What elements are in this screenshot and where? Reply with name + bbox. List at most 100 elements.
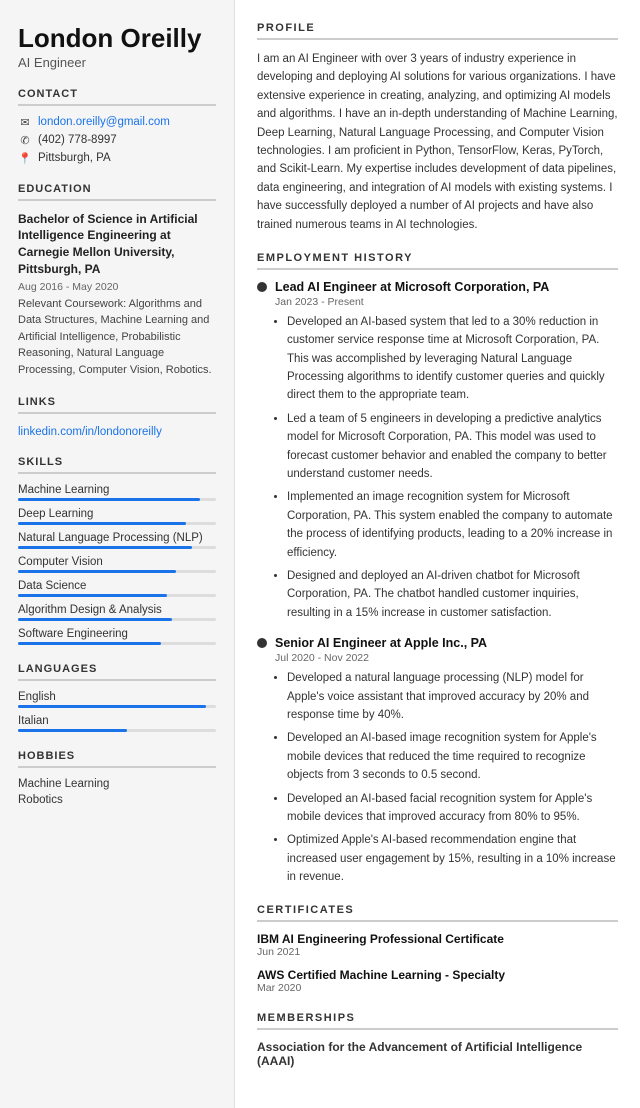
certificates-section: CERTIFICATES IBM AI Engineering Professi… — [257, 904, 618, 994]
language-item: Italian — [18, 715, 216, 732]
job-bullet: Designed and deployed an AI-driven chatb… — [287, 567, 618, 622]
job-bullet: Led a team of 5 engineers in developing … — [287, 410, 618, 484]
cert-date: Jun 2021 — [257, 946, 618, 958]
memberships-section: MEMBERSHIPS Association for the Advancem… — [257, 1012, 618, 1068]
candidate-name: London Oreilly — [18, 24, 216, 53]
certificate-entry: AWS Certified Machine Learning - Special… — [257, 968, 618, 994]
sidebar: London Oreilly AI Engineer Contact ✉ lon… — [0, 0, 235, 1108]
skill-bar-fill — [18, 498, 200, 501]
cert-name: AWS Certified Machine Learning - Special… — [257, 968, 618, 982]
skill-label: Deep Learning — [18, 508, 216, 520]
job-bullets: Developed an AI-based system that led to… — [287, 313, 618, 622]
job-bullet: Optimized Apple's AI-based recommendatio… — [287, 831, 618, 886]
resume-page: London Oreilly AI Engineer Contact ✉ lon… — [0, 0, 640, 1108]
languages-container: English Italian — [18, 691, 216, 732]
certificates-section-title: CERTIFICATES — [257, 904, 618, 922]
skills-title: Skills — [18, 456, 216, 474]
main-content: PROFILE I am an AI Engineer with over 3 … — [235, 0, 640, 1108]
sidebar-header: London Oreilly AI Engineer — [18, 24, 216, 70]
jobs-container: Lead AI Engineer at Microsoft Corporatio… — [257, 280, 618, 887]
profile-section-title: PROFILE — [257, 22, 618, 40]
skill-label: Data Science — [18, 580, 216, 592]
edu-courses: Relevant Coursework: Algorithms and Data… — [18, 296, 216, 379]
skill-bar-bg — [18, 546, 216, 549]
job-bullet: Implemented an image recognition system … — [287, 488, 618, 562]
language-bar-fill — [18, 729, 127, 732]
skill-item: Machine Learning — [18, 484, 216, 501]
employment-section-title: EMPLOYMENT HISTORY — [257, 252, 618, 270]
hobby-item: Machine Learning — [18, 778, 216, 790]
links-title: Links — [18, 396, 216, 414]
hobbies-title: Hobbies — [18, 750, 216, 768]
certificates-container: IBM AI Engineering Professional Certific… — [257, 932, 618, 994]
certificate-entry: IBM AI Engineering Professional Certific… — [257, 932, 618, 958]
language-bar-bg — [18, 729, 216, 732]
language-bar-fill — [18, 705, 206, 708]
hobby-item: Robotics — [18, 794, 216, 806]
job-entry: Lead AI Engineer at Microsoft Corporatio… — [257, 280, 618, 622]
skill-label: Natural Language Processing (NLP) — [18, 532, 216, 544]
profile-section: PROFILE I am an AI Engineer with over 3 … — [257, 22, 618, 234]
candidate-title: AI Engineer — [18, 55, 216, 70]
job-bullet: Developed an AI-based image recognition … — [287, 729, 618, 784]
email-link[interactable]: london.oreilly@gmail.com — [38, 116, 170, 128]
cert-date: Mar 2020 — [257, 982, 618, 994]
links-section: Links linkedin.com/in/londonoreilly — [18, 396, 216, 438]
location-value: Pittsburgh, PA — [38, 152, 111, 164]
skill-bar-bg — [18, 618, 216, 621]
location-item: 📍 Pittsburgh, PA — [18, 152, 216, 165]
linkedin-link[interactable]: linkedin.com/in/londonoreilly — [18, 426, 162, 438]
email-item: ✉ london.oreilly@gmail.com — [18, 116, 216, 129]
skill-bar-bg — [18, 642, 216, 645]
job-bullet: Developed an AI-based system that led to… — [287, 313, 618, 405]
job-bullets: Developed a natural language processing … — [287, 669, 618, 886]
skill-bar-fill — [18, 642, 161, 645]
contact-section-title: Contact — [18, 88, 216, 106]
employment-section: EMPLOYMENT HISTORY Lead AI Engineer at M… — [257, 252, 618, 887]
membership-name: Association for the Advancement of Artif… — [257, 1040, 618, 1068]
memberships-section-title: MEMBERSHIPS — [257, 1012, 618, 1030]
skill-bar-fill — [18, 522, 186, 525]
skill-bar-bg — [18, 498, 216, 501]
edu-degree: Bachelor of Science in Artificial Intell… — [18, 211, 216, 278]
job-dates: Jul 2020 - Nov 2022 — [275, 652, 618, 664]
phone-icon: ✆ — [18, 134, 32, 147]
education-title: Education — [18, 183, 216, 201]
phone-item: ✆ (402) 778-8997 — [18, 134, 216, 147]
skill-bar-bg — [18, 522, 216, 525]
skill-label: Algorithm Design & Analysis — [18, 604, 216, 616]
job-title: Lead AI Engineer at Microsoft Corporatio… — [275, 280, 549, 294]
skill-bar-fill — [18, 546, 192, 549]
skills-section: Skills Machine Learning Deep Learning Na… — [18, 456, 216, 645]
skills-container: Machine Learning Deep Learning Natural L… — [18, 484, 216, 645]
job-entry: Senior AI Engineer at Apple Inc., PA Jul… — [257, 636, 618, 886]
job-dot — [257, 282, 267, 292]
language-label: Italian — [18, 715, 216, 727]
cert-name: IBM AI Engineering Professional Certific… — [257, 932, 618, 946]
skill-label: Computer Vision — [18, 556, 216, 568]
email-icon: ✉ — [18, 116, 32, 129]
profile-text: I am an AI Engineer with over 3 years of… — [257, 50, 618, 234]
skill-item: Software Engineering — [18, 628, 216, 645]
hobbies-section: Hobbies Machine Learning Robotics — [18, 750, 216, 806]
job-dates: Jan 2023 - Present — [275, 296, 618, 308]
skill-bar-fill — [18, 618, 172, 621]
skill-item: Data Science — [18, 580, 216, 597]
hobbies-container: Machine Learning Robotics — [18, 778, 216, 806]
location-icon: 📍 — [18, 152, 32, 165]
skill-bar-bg — [18, 594, 216, 597]
skill-bar-fill — [18, 570, 176, 573]
job-dot — [257, 638, 267, 648]
job-bullet: Developed a natural language processing … — [287, 669, 618, 724]
skill-bar-fill — [18, 594, 167, 597]
job-header: Lead AI Engineer at Microsoft Corporatio… — [257, 280, 618, 294]
language-item: English — [18, 691, 216, 708]
linkedin-link-item: linkedin.com/in/londonoreilly — [18, 424, 216, 438]
skill-label: Machine Learning — [18, 484, 216, 496]
phone-value: (402) 778-8997 — [38, 134, 117, 146]
languages-title: Languages — [18, 663, 216, 681]
skill-label: Software Engineering — [18, 628, 216, 640]
contact-section: Contact ✉ london.oreilly@gmail.com ✆ (40… — [18, 88, 216, 165]
language-bar-bg — [18, 705, 216, 708]
membership-entry: Association for the Advancement of Artif… — [257, 1040, 618, 1068]
